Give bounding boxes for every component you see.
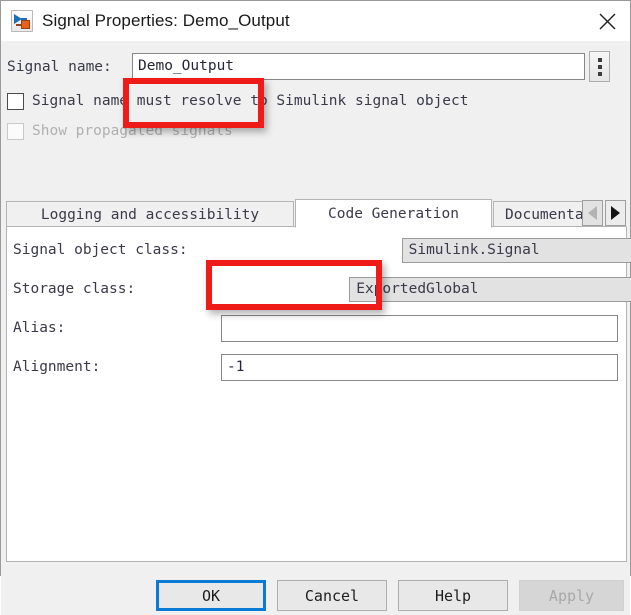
checkbox-label: Signal name must resolve to Simulink sig… xyxy=(32,93,469,109)
button-label: OK xyxy=(201,586,221,605)
button-label: Cancel xyxy=(304,586,360,605)
tab-label: Documenta xyxy=(505,206,584,223)
checkbox-box[interactable] xyxy=(7,92,24,110)
tab-strip: Logging and accessibility Code Generatio… xyxy=(6,199,627,228)
tab-label: Code Generation xyxy=(328,205,459,222)
checkbox-resolve-to-signal-object[interactable]: Signal name must resolve to Simulink sig… xyxy=(7,90,469,112)
button-label: Help xyxy=(434,586,472,605)
alias-input[interactable] xyxy=(221,314,618,342)
combo-value: Simulink.Signal xyxy=(408,242,540,258)
signal-object-class-combo[interactable]: Simulink.Signal xyxy=(401,237,631,263)
tab-code-generation[interactable]: Code Generation xyxy=(295,199,492,228)
apply-button: Apply xyxy=(519,580,624,611)
storage-class-combo[interactable]: ExportedGlobal xyxy=(349,276,631,302)
dialog-body: Signal name: Demo_Output Signal name mus… xyxy=(1,41,631,615)
code-generation-panel: Signal object class: Simulink.Signal Sto… xyxy=(6,226,631,562)
tab-documentation[interactable]: Documenta xyxy=(493,201,587,227)
cancel-button[interactable]: Cancel xyxy=(277,580,387,611)
tab-logging-and-accessibility[interactable]: Logging and accessibility xyxy=(6,201,294,227)
field-label: Alias: xyxy=(13,320,66,336)
window-title: Signal Properties: Demo_Output xyxy=(42,11,290,30)
field-label: Alignment: xyxy=(13,359,101,375)
chevron-left-icon[interactable] xyxy=(582,200,603,226)
combo-value: ExportedGlobal xyxy=(356,281,479,297)
button-label: Apply xyxy=(548,586,595,605)
vertical-ellipsis-icon[interactable] xyxy=(589,51,610,82)
ok-button[interactable]: OK xyxy=(156,580,266,611)
signal-name-label: Signal name: xyxy=(7,59,112,75)
field-label: Storage class: xyxy=(13,281,136,297)
field-alignment: Alignment: -1 xyxy=(7,353,626,381)
alignment-input[interactable]: -1 xyxy=(221,353,618,381)
field-label: Signal object class: xyxy=(13,242,188,258)
close-icon[interactable] xyxy=(584,1,630,41)
title-bar: Signal Properties: Demo_Output xyxy=(1,1,630,41)
checkbox-box xyxy=(7,122,24,140)
field-storage-class: Storage class: ExportedGlobal xyxy=(7,275,631,303)
button-bar: OK Cancel Help Apply xyxy=(1,563,630,615)
signal-name-input[interactable]: Demo_Output xyxy=(132,53,585,80)
checkbox-show-propagated-signals: Show propagated signals xyxy=(7,120,233,142)
chevron-right-icon[interactable] xyxy=(605,200,626,226)
signal-properties-dialog: Signal Properties: Demo_Output Signal na… xyxy=(0,0,631,615)
help-button[interactable]: Help xyxy=(398,580,508,611)
simulink-signal-icon xyxy=(11,10,33,32)
signal-name-row: Signal name: Demo_Output xyxy=(1,49,631,85)
checkbox-label: Show propagated signals xyxy=(32,123,233,139)
field-signal-object-class: Signal object class: Simulink.Signal xyxy=(7,236,631,264)
field-alias: Alias: xyxy=(7,314,626,342)
tab-label: Logging and accessibility xyxy=(40,206,260,223)
